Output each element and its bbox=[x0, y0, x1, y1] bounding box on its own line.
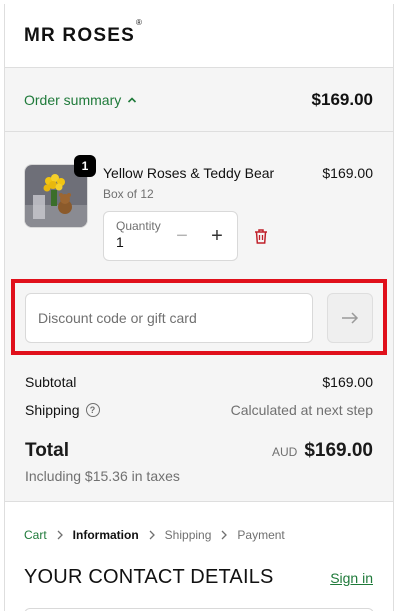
contact-title: YOUR CONTACT DETAILS bbox=[24, 566, 274, 588]
chevron-right-icon bbox=[221, 530, 228, 540]
subtotal-value: $169.00 bbox=[322, 374, 373, 390]
logo[interactable]: MR ROSES® bbox=[24, 18, 143, 47]
breadcrumb-cart[interactable]: Cart bbox=[24, 528, 47, 542]
product-variant: Box of 12 bbox=[103, 187, 154, 201]
discount-code-input[interactable] bbox=[25, 293, 313, 343]
total-value: $169.00 bbox=[304, 440, 373, 461]
sign-in-link[interactable]: Sign in bbox=[330, 570, 373, 586]
registered-mark: ® bbox=[135, 18, 144, 28]
logo-text: MR ROSES bbox=[24, 24, 135, 46]
taxes-note: Including $15.36 in taxes bbox=[25, 468, 180, 484]
quantity-badge: 1 bbox=[74, 155, 96, 177]
apply-discount-button[interactable] bbox=[327, 293, 373, 343]
subtotal-row: Subtotal $169.00 bbox=[25, 368, 373, 396]
shipping-label: Shipping bbox=[25, 402, 80, 418]
decrease-quantity-button[interactable]: − bbox=[172, 226, 192, 246]
site-header: MR ROSES® bbox=[5, 4, 393, 68]
shipping-value: Calculated at next step bbox=[230, 402, 373, 418]
trash-icon[interactable] bbox=[252, 227, 270, 245]
product-price: $169.00 bbox=[322, 165, 373, 181]
chevron-right-icon bbox=[57, 530, 63, 540]
summary-total: $169.00 bbox=[311, 89, 373, 109]
shipping-row: Shipping ? Calculated at next step bbox=[25, 396, 373, 424]
arrow-right-icon bbox=[342, 312, 359, 324]
quantity-stepper[interactable]: Quantity 1 − + bbox=[103, 211, 238, 261]
currency-code: AUD bbox=[271, 445, 298, 459]
breadcrumb-shipping: Shipping bbox=[164, 528, 212, 542]
total-label: Total bbox=[25, 440, 69, 461]
total-row: Total AUD $169.00 bbox=[25, 440, 373, 462]
subtotal-label: Subtotal bbox=[25, 374, 77, 390]
product-thumbnail: 1 bbox=[24, 155, 96, 228]
discount-form bbox=[25, 293, 373, 343]
breadcrumb: Cart Information Shipping Payment bbox=[5, 502, 393, 542]
line-item: 1 Yellow Roses & Teddy Bear Box of 12 Qu… bbox=[24, 132, 373, 277]
chevron-right-icon bbox=[149, 530, 155, 540]
checkout-panel: MR ROSES® Order summary $169.00 1 Yellow… bbox=[4, 4, 394, 611]
chevron-up-icon bbox=[128, 96, 137, 103]
checkout-main: Cart Information Shipping Payment YOUR C… bbox=[5, 501, 393, 611]
contact-header: YOUR CONTACT DETAILS Sign in bbox=[5, 542, 393, 589]
order-summary-toggle[interactable]: Order summary $169.00 bbox=[5, 68, 393, 132]
order-summary-label[interactable]: Order summary bbox=[24, 92, 121, 108]
order-totals: Subtotal $169.00 Shipping ? Calculated a… bbox=[25, 368, 373, 484]
breadcrumb-information: Information bbox=[72, 528, 139, 542]
help-icon[interactable]: ? bbox=[85, 403, 100, 417]
breadcrumb-payment: Payment bbox=[237, 528, 285, 542]
increase-quantity-button[interactable]: + bbox=[207, 226, 227, 246]
